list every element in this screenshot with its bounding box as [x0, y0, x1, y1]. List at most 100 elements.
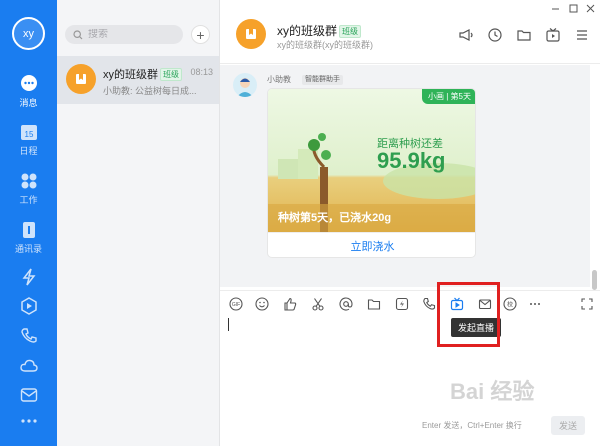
search-box[interactable]	[65, 25, 183, 44]
progress-text: 种树第5天，已浇水20g	[278, 212, 392, 224]
nav-phone[interactable]	[0, 327, 57, 345]
flash-button[interactable]	[394, 296, 410, 312]
class-badge: 班级	[339, 25, 362, 38]
files-button[interactable]	[516, 27, 532, 43]
card-corner-tag: 小画 | 第5天	[422, 89, 475, 104]
group-avatar	[236, 19, 266, 49]
email-button[interactable]	[477, 296, 493, 312]
emoji-button[interactable]	[254, 296, 270, 312]
more-dots-icon	[20, 419, 37, 423]
nav-cloud[interactable]	[0, 357, 57, 375]
megaphone-icon	[459, 29, 473, 41]
calendar-icon: 15	[20, 125, 37, 140]
search-icon	[73, 29, 83, 39]
assistant-avatar	[233, 73, 257, 97]
nav-label: 工作	[19, 195, 38, 205]
conversation-list: + xy的班级群班级 08:13 小助教: 公益树每日成...	[57, 0, 220, 446]
sender-name: 小助教	[267, 75, 291, 84]
gif-icon: GIF	[229, 297, 243, 311]
assistant-avatar-icon	[237, 78, 253, 97]
lightning-icon	[21, 268, 36, 286]
live-tv-icon	[546, 28, 560, 42]
scissors-icon	[312, 298, 324, 311]
folder-icon	[367, 299, 381, 310]
send-hint: Enter 发送，Ctrl+Enter 换行	[422, 421, 522, 430]
calendar-date: 15	[24, 130, 33, 139]
group-subtitle: xy的班级群(xy的班级群)	[277, 40, 373, 50]
more-button[interactable]	[574, 27, 590, 43]
tree-scene: 小画 | 第5天 距离种树还差 95.9kg 种树第5天，已浇水20g	[268, 89, 475, 232]
tree-card[interactable]: 小画 | 第5天 距离种树还差 95.9kg 种树第5天，已浇水20g 立即浇水	[267, 88, 476, 258]
nav-label: 消息	[19, 98, 38, 108]
menu-icon	[577, 30, 587, 40]
conversation-name: xy的班级群 班级	[103, 66, 182, 82]
sender-tag: 智能群助手	[302, 75, 343, 85]
conversation-time: 08:13	[190, 67, 213, 77]
phone-icon	[423, 297, 436, 310]
message-area: 小助教 智能群助手 小画 | 第5天 距离种树还差 95.9kg 种树第5天，已…	[220, 65, 590, 287]
group-avatar	[66, 64, 96, 94]
like-button[interactable]	[282, 296, 298, 312]
start-live-button[interactable]	[449, 296, 465, 312]
flash-icon	[395, 297, 409, 311]
nav-label: 日程	[19, 146, 38, 156]
at-icon	[339, 297, 353, 311]
history-button[interactable]	[487, 27, 503, 43]
live-stream-icon	[450, 297, 464, 311]
announcement-button[interactable]	[458, 27, 474, 43]
chat-pane: xy的班级群 班级 xy的班级群(xy的班级群) 小助教 智能群助手 小画 | …	[220, 0, 600, 446]
user-avatar[interactable]: xy	[12, 17, 45, 50]
nav-contacts[interactable]: 通讯录	[0, 221, 57, 255]
compose-area[interactable]: Enter 发送，Ctrl+Enter 换行 发送	[220, 316, 600, 446]
school-icon: 校	[503, 297, 517, 311]
scrollbar[interactable]	[592, 270, 597, 290]
hexagon-icon	[20, 297, 37, 315]
file-button[interactable]	[366, 296, 382, 312]
mail-icon	[478, 299, 492, 310]
emoji-icon	[255, 297, 269, 311]
chat-bubble-icon	[20, 75, 37, 91]
contacts-book-icon	[22, 222, 35, 238]
nav-more[interactable]	[0, 418, 57, 424]
class-badge: 班级	[160, 68, 182, 81]
mail-icon	[20, 388, 37, 402]
distance-value: 95.9kg	[377, 148, 446, 173]
svg-text:GIF: GIF	[232, 302, 240, 308]
send-button[interactable]: 发送	[551, 416, 586, 435]
gif-button[interactable]: GIF	[228, 296, 244, 312]
nav-work[interactable]: 工作	[0, 172, 57, 206]
mention-button[interactable]	[338, 296, 354, 312]
nav-messages[interactable]: 消息	[0, 73, 57, 109]
search-input[interactable]	[88, 29, 178, 40]
expand-button[interactable]	[579, 296, 595, 312]
folder-icon	[517, 30, 531, 41]
live-button[interactable]	[545, 27, 561, 43]
school-button[interactable]: 校	[502, 296, 518, 312]
expand-icon	[581, 298, 593, 310]
nav-label: 通讯录	[14, 244, 42, 254]
notebook-icon	[76, 74, 86, 84]
more-icon	[530, 303, 540, 305]
group-name[interactable]: xy的班级群 班级	[277, 22, 362, 39]
nav-hexagon[interactable]	[0, 297, 57, 315]
nav-calendar[interactable]: 15 日程	[0, 123, 57, 157]
screenshot-button[interactable]	[310, 296, 326, 312]
add-button[interactable]: +	[191, 25, 210, 44]
chat-header: xy的班级群 班级 xy的班级群(xy的班级群)	[220, 0, 600, 64]
notebook-icon	[246, 29, 256, 39]
conversation-item[interactable]: xy的班级群 班级 08:13 小助教: 公益树每日成...	[57, 56, 219, 104]
more-tools-button[interactable]	[527, 296, 543, 312]
apps-grid-icon	[21, 173, 36, 189]
nav-mail[interactable]	[0, 387, 57, 403]
call-button[interactable]	[421, 296, 437, 312]
nav-rail: xy 消息 15 日程 工作 通讯录	[0, 0, 57, 446]
nav-lightning[interactable]	[0, 268, 57, 286]
thumbs-up-icon	[284, 297, 297, 311]
watermark: Bai 经验	[450, 379, 535, 404]
svg-text:校: 校	[507, 300, 513, 308]
cloud-icon	[19, 359, 38, 372]
phone-icon	[20, 328, 37, 343]
input-toolbar: GIF 校	[220, 290, 600, 316]
water-now-button[interactable]: 立即浇水	[268, 232, 475, 257]
clock-icon	[488, 28, 502, 42]
